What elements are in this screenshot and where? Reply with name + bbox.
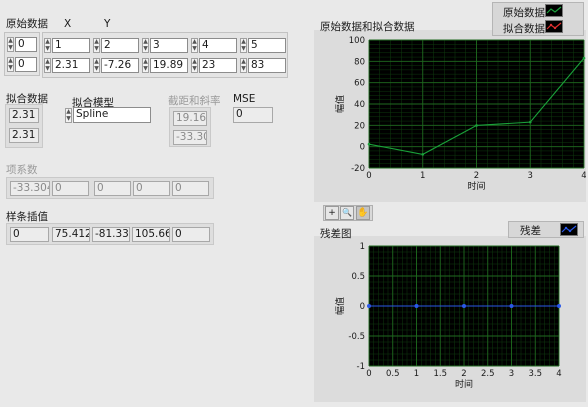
y-value-input-1[interactable]: -7.26 — [101, 58, 139, 73]
coef-label: 项系数 — [6, 164, 38, 176]
coef-value-0: -33.304 — [10, 181, 50, 196]
spline-label: 样条插值 — [6, 211, 48, 223]
fit-model-select[interactable]: Spline — [73, 107, 151, 123]
y-axis-label: 幅值 — [334, 95, 346, 113]
graph2-chart: 0 0.5 1 1.5 2 2.5 3 3.5 4 -1 -0.5 0 0.5 1 时间 幅值 — [334, 242, 562, 390]
fit-model-spinner[interactable]: ▲ ▼ — [65, 108, 72, 123]
spline-value-0: 0 — [10, 227, 49, 242]
mse-label: MSE — [233, 93, 256, 105]
y-tick-label: 60 — [354, 79, 365, 89]
intercept-slope-label: 截距和斜率 — [168, 95, 221, 107]
data-point — [557, 304, 561, 308]
y-tick-label: -1 — [357, 362, 365, 372]
x-spinner-2[interactable]: ▲ ▼ — [142, 38, 149, 53]
x-header: X — [64, 18, 72, 30]
x-tick-label: 3 — [509, 369, 514, 379]
x-tick-label: 4 — [556, 369, 561, 379]
x-value-input-4[interactable]: 5 — [248, 38, 286, 53]
x-value-input-3[interactable]: 4 — [199, 38, 237, 53]
data-point — [582, 56, 586, 60]
y-tick-label: -20 — [351, 164, 365, 174]
x-value-input-2[interactable]: 3 — [150, 38, 188, 53]
pan-button[interactable]: ✋ — [356, 206, 370, 220]
data-point — [421, 153, 425, 156]
x-tick-label: 2.5 — [481, 369, 495, 379]
cursor-move-button[interactable]: + — [325, 206, 339, 220]
y-spinner-2[interactable]: ▲ ▼ — [142, 58, 149, 73]
y-spinner-1[interactable]: ▲ ▼ — [93, 58, 100, 73]
x-tick-label: 1.5 — [433, 369, 447, 379]
x-tick-label: 0.5 — [386, 369, 400, 379]
coef-value-3: 0 — [133, 181, 170, 196]
x-tick-label: 0 — [366, 171, 371, 181]
x-tick-label: 2 — [474, 171, 479, 181]
data-point — [462, 304, 466, 308]
zoom-button[interactable]: 🔍 — [340, 206, 354, 220]
coef-value-4: 0 — [172, 181, 209, 196]
y-tick-label: 0.5 — [351, 272, 365, 282]
data-point — [509, 304, 514, 308]
x-tick-label: 1 — [414, 369, 419, 379]
legend-raw-swatch[interactable] — [545, 4, 563, 17]
x-spinner-0[interactable]: ▲ ▼ — [44, 38, 51, 53]
y-spinner-0[interactable]: ▲ ▼ — [44, 58, 51, 73]
y-tick-label: 0 — [360, 143, 365, 153]
data-point — [475, 124, 478, 127]
y-header: Y — [104, 18, 111, 30]
data-point — [528, 120, 532, 124]
y-tick-label: -0.5 — [348, 332, 365, 342]
y-spinner-3[interactable]: ▲ ▼ — [191, 58, 198, 73]
y-value-input-4[interactable]: 83 — [248, 58, 286, 73]
x-value-input-0[interactable]: 1 — [52, 38, 90, 53]
fit-data-value-0: 2.31 — [9, 108, 39, 123]
x-spinner-4[interactable]: ▲ ▼ — [240, 38, 247, 53]
x-tick-label: 4 — [581, 171, 586, 181]
y-spinner-4[interactable]: ▲ ▼ — [240, 58, 247, 73]
x-value-input-1[interactable]: 2 — [101, 38, 139, 53]
data-point — [367, 142, 371, 146]
y-tick-label: 1 — [360, 242, 365, 252]
y-axis-label: 幅值 — [334, 297, 346, 315]
y-value-input-3[interactable]: 23 — [199, 58, 237, 73]
x-axis-label: 时间 — [467, 180, 485, 192]
index-top-spinner[interactable]: ▲ ▼ — [7, 37, 14, 52]
x-tick-label: 1 — [420, 171, 425, 181]
fit-data-value-1: 2.31 — [9, 128, 39, 143]
raw-data-label: 原始数据 — [6, 18, 48, 30]
coef-value-1: 0 — [52, 181, 89, 196]
y-tick-label: 40 — [354, 100, 365, 110]
index-bottom-spinner[interactable]: ▲ ▼ — [7, 57, 14, 72]
legend-residual-swatch[interactable] — [560, 223, 578, 236]
spline-value-2: -81.33 — [92, 227, 130, 242]
data-point — [367, 304, 371, 308]
slope-value: -33.304 — [173, 130, 207, 145]
x-tick-label: 0 — [366, 369, 371, 379]
y-tick-label: 0 — [360, 302, 365, 312]
index-bottom-input[interactable]: 0 — [15, 57, 37, 72]
x-tick-label: 3 — [528, 171, 533, 181]
y-value-input-2[interactable]: 19.89 — [150, 58, 188, 73]
graph1-legend-raw-label: 原始数据 — [503, 7, 545, 19]
mse-value: 0 — [233, 107, 273, 123]
y-tick-label: 100 — [349, 36, 365, 46]
y-value-input-0[interactable]: 2.31 — [52, 58, 90, 73]
index-top-input[interactable]: 0 — [15, 37, 37, 52]
graph1-chart: 0 1 2 3 4-20020406080100时间幅值 — [334, 36, 586, 192]
coef-value-2: 0 — [94, 181, 131, 196]
x-spinner-1[interactable]: ▲ ▼ — [93, 38, 100, 53]
spline-value-3: 105.666 — [132, 227, 170, 242]
x-tick-label: 3.5 — [528, 369, 542, 379]
x-spinner-3[interactable]: ▲ ▼ — [191, 38, 198, 53]
y-tick-label: 80 — [354, 57, 365, 67]
spline-value-4: 0 — [172, 227, 210, 242]
intercept-value: 19.164 — [173, 111, 207, 126]
data-point — [414, 304, 419, 308]
y-tick-label: 20 — [354, 121, 365, 131]
x-tick-label: 2 — [461, 369, 466, 379]
spline-value-1: 75.4125 — [52, 227, 90, 242]
x-axis-label: 时间 — [455, 378, 473, 390]
